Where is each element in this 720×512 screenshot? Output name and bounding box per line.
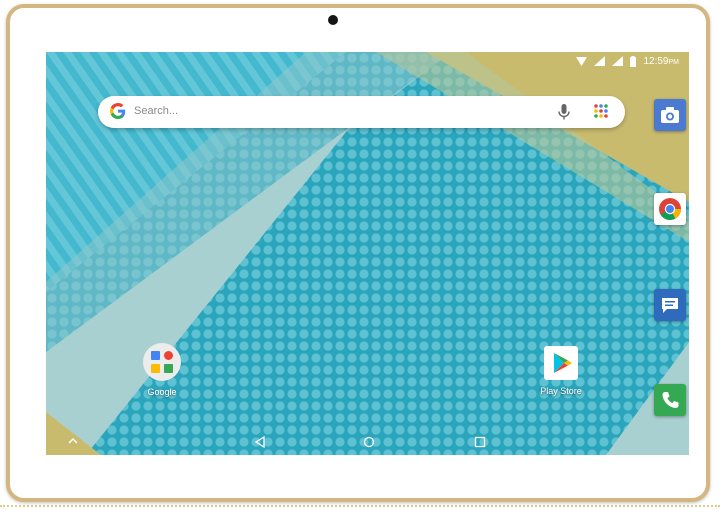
google-folder-icon xyxy=(143,343,181,381)
google-folder[interactable]: Google xyxy=(132,342,192,397)
home-screen[interactable]: 12:59PM Search... Google Play Store xyxy=(46,52,689,455)
clock: 12:59PM xyxy=(643,55,679,67)
app-label: Google xyxy=(147,387,177,397)
messages-app[interactable] xyxy=(654,289,686,321)
status-bar: 12:59PM xyxy=(46,52,689,70)
recents-icon[interactable] xyxy=(474,436,486,448)
messages-icon xyxy=(662,298,678,313)
signal-icon xyxy=(612,56,624,66)
app-drawer-icon[interactable] xyxy=(593,103,609,119)
mic-icon[interactable] xyxy=(558,104,570,120)
phone-icon xyxy=(662,392,679,408)
home-icon[interactable] xyxy=(363,436,375,448)
phone-app[interactable] xyxy=(654,384,686,416)
battery-icon xyxy=(630,55,637,67)
camera-icon xyxy=(661,107,679,123)
play-store-app[interactable]: Play Store xyxy=(531,345,591,396)
front-camera xyxy=(328,15,338,25)
google-search-bar[interactable]: Search... xyxy=(98,96,625,128)
chrome-app[interactable] xyxy=(654,193,686,225)
back-icon[interactable] xyxy=(254,436,266,448)
chrome-icon xyxy=(659,198,681,220)
navigation-bar xyxy=(46,431,689,455)
bottom-edge-dots xyxy=(0,505,720,507)
camera-app[interactable] xyxy=(654,99,686,131)
app-label: Play Store xyxy=(540,386,582,396)
wifi-icon xyxy=(576,56,588,66)
google-g-icon xyxy=(110,103,126,119)
play-store-icon xyxy=(544,346,578,380)
signal-icon xyxy=(594,56,606,66)
search-placeholder: Search... xyxy=(134,105,179,117)
